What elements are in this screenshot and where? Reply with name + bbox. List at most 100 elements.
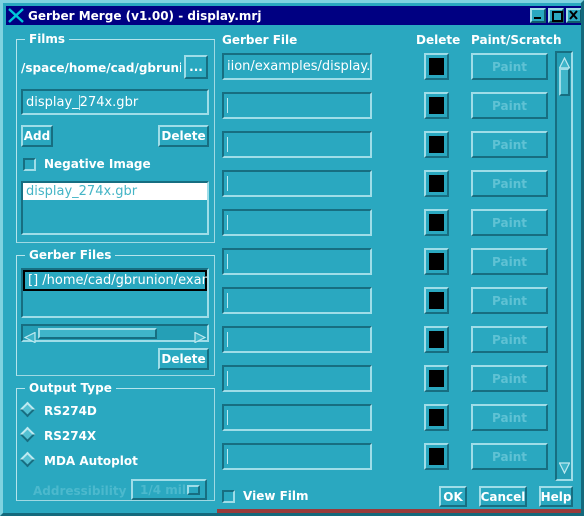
gerber-file-input[interactable]: iion/examples/display.gbr: [222, 53, 372, 80]
negative-image-checkbox[interactable]: [23, 157, 36, 171]
addressibility-label: Addressibility: [33, 484, 127, 498]
delete-toggle-button[interactable]: [424, 326, 449, 353]
gerber-file-input[interactable]: [222, 209, 372, 236]
paint-button[interactable]: Paint: [471, 131, 548, 158]
close-button[interactable]: [566, 8, 581, 23]
radio-rs274d-label: RS274D: [44, 403, 97, 418]
minimize-button[interactable]: [530, 8, 546, 23]
scroll-left-arrow-icon[interactable]: [23, 328, 36, 347]
scroll-right-arrow-icon[interactable]: [194, 328, 207, 347]
view-film-checkbox[interactable]: [222, 489, 235, 503]
help-button[interactable]: Help: [539, 486, 573, 507]
gerber-files-group-title: Gerber Files: [25, 248, 116, 262]
gerber-file-input[interactable]: [222, 92, 372, 119]
film-add-button[interactable]: Add: [21, 125, 53, 147]
delete-swatch: [429, 370, 444, 387]
rows-vscrollbar[interactable]: [555, 51, 573, 481]
output-type-group-title: Output Type: [25, 381, 116, 395]
film-filename-input[interactable]: display_ 274x.gbr: [21, 89, 209, 115]
delete-toggle-button[interactable]: [424, 209, 449, 236]
gerber-file-input[interactable]: [222, 248, 372, 275]
delete-toggle-button[interactable]: [424, 53, 449, 80]
title-bar: Gerber Merge (v1.00) - display.mrj: [6, 6, 581, 25]
gerber-file-input[interactable]: [222, 170, 372, 197]
ok-button[interactable]: OK: [439, 486, 467, 507]
hscroll-thumb[interactable]: [38, 328, 157, 339]
negative-image-checkbox-row[interactable]: Negative Image: [23, 157, 151, 171]
delete-toggle-button[interactable]: [424, 404, 449, 431]
gerber-file-input[interactable]: [222, 443, 372, 470]
delete-swatch: [429, 58, 444, 75]
radio-rs274x-label: RS274X: [44, 428, 97, 443]
delete-toggle-button[interactable]: [424, 170, 449, 197]
dropdown-indicator-icon: [187, 484, 200, 495]
text-caret: [227, 449, 228, 464]
cancel-button[interactable]: Cancel: [479, 486, 527, 507]
radio-diamond-icon[interactable]: [19, 451, 36, 468]
window-bottom-edge: [3, 509, 581, 513]
column-header-gerber-file: Gerber File: [222, 33, 298, 47]
film-filename-text-before: display_: [26, 94, 79, 110]
text-caret: [227, 176, 228, 191]
films-list[interactable]: display_274x.gbr: [21, 181, 209, 235]
radio-mda-autoplot[interactable]: MDA Autoplot: [19, 451, 138, 468]
gerber-files-list[interactable]: [] /home/cad/gbrunion/example: [21, 268, 209, 318]
vscroll-thumb[interactable]: [559, 68, 570, 96]
text-caret: [227, 137, 228, 152]
x-logo-icon: [7, 7, 25, 24]
addressibility-value: 1/4 mil: [140, 482, 186, 497]
gerber-file-input[interactable]: [222, 326, 372, 353]
delete-toggle-button[interactable]: [424, 248, 449, 275]
addressibility-dropdown[interactable]: 1/4 mil: [131, 479, 207, 500]
delete-swatch: [429, 175, 444, 192]
films-path-label: /space/home/cad/gbrunion/e: [21, 61, 181, 75]
delete-swatch: [429, 331, 444, 348]
radio-diamond-icon[interactable]: [19, 426, 36, 443]
delete-toggle-button[interactable]: [424, 131, 449, 158]
radio-rs274d[interactable]: RS274D: [19, 401, 97, 418]
gerber-file-input[interactable]: [222, 365, 372, 392]
text-caret: [227, 98, 228, 113]
gerber-file-input[interactable]: [222, 404, 372, 431]
paint-button[interactable]: Paint: [471, 365, 548, 392]
radio-mda-autoplot-label: MDA Autoplot: [44, 453, 138, 468]
paint-button[interactable]: Paint: [471, 443, 548, 470]
paint-button[interactable]: Paint: [471, 92, 548, 119]
column-header-paint-scratch: Paint/Scratch: [471, 33, 562, 47]
list-item[interactable]: [] /home/cad/gbrunion/example: [23, 270, 207, 291]
delete-toggle-button[interactable]: [424, 287, 449, 314]
gerber-file-delete-button[interactable]: Delete: [158, 348, 209, 370]
delete-swatch: [429, 214, 444, 231]
delete-swatch: [429, 292, 444, 309]
gerber-files-hscrollbar[interactable]: [21, 324, 209, 344]
gerber-file-text: iion/examples/display.gbr: [227, 59, 371, 74]
film-delete-button[interactable]: Delete: [158, 125, 209, 147]
paint-button[interactable]: Paint: [471, 209, 548, 236]
delete-toggle-button[interactable]: [424, 92, 449, 119]
paint-button[interactable]: Paint: [471, 404, 548, 431]
delete-swatch: [429, 253, 444, 270]
paint-button[interactable]: Paint: [471, 287, 548, 314]
gerber-file-input[interactable]: [222, 287, 372, 314]
delete-toggle-button[interactable]: [424, 443, 449, 470]
window-title: Gerber Merge (v1.00) - display.mrj: [28, 8, 262, 23]
radio-diamond-icon[interactable]: [19, 401, 36, 418]
window-bottom-edge-left: [3, 509, 217, 513]
text-caret: [227, 254, 228, 269]
browse-button[interactable]: ...: [184, 55, 208, 79]
gerber-file-input[interactable]: [222, 131, 372, 158]
delete-toggle-button[interactable]: [424, 365, 449, 392]
view-film-checkbox-row[interactable]: View Film: [222, 489, 309, 503]
maximize-button[interactable]: [548, 8, 564, 23]
paint-button[interactable]: Paint: [471, 326, 548, 353]
view-film-label: View Film: [243, 489, 309, 503]
text-caret: [227, 410, 228, 425]
paint-button[interactable]: Paint: [471, 53, 548, 80]
list-item[interactable]: display_274x.gbr: [23, 183, 207, 200]
radio-rs274x[interactable]: RS274X: [19, 426, 97, 443]
delete-swatch: [429, 448, 444, 465]
paint-button[interactable]: Paint: [471, 170, 548, 197]
text-caret: [227, 215, 228, 230]
paint-button[interactable]: Paint: [471, 248, 548, 275]
scroll-down-arrow-icon[interactable]: [558, 459, 571, 478]
